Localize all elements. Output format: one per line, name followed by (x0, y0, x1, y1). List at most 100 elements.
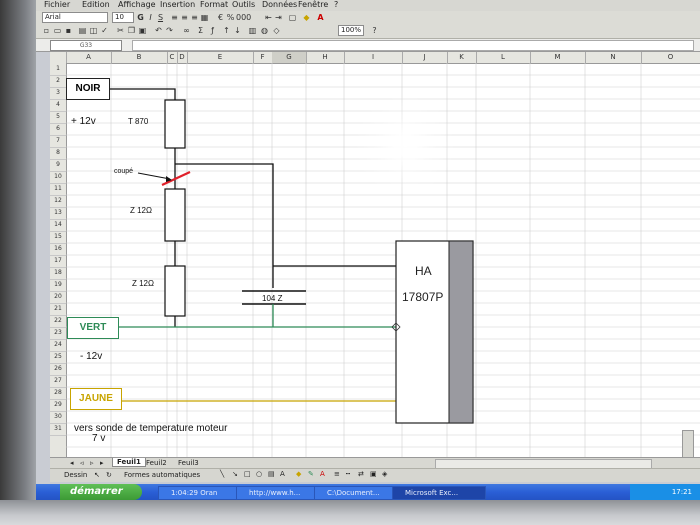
borders-icon[interactable]: ▢ (288, 13, 297, 22)
font-color-draw-icon[interactable]: A (320, 470, 325, 478)
task-player[interactable]: 1:04:29 Oran (158, 486, 248, 500)
new-icon[interactable]: ▫ (42, 26, 51, 35)
align-right-icon[interactable]: ≡ (190, 13, 199, 22)
font-size-select[interactable]: 10 (112, 12, 134, 23)
spelling-icon[interactable]: ✓ (100, 26, 109, 35)
paste-icon[interactable]: ▣ (138, 26, 147, 35)
save-icon[interactable]: ▪ (64, 26, 73, 35)
menu-edition[interactable]: Edition (82, 0, 110, 9)
column-header-k[interactable]: K (447, 52, 477, 63)
row-header[interactable]: 10 (50, 171, 66, 184)
row-header[interactable]: 14 (50, 219, 66, 232)
oval-tool-icon[interactable]: ○ (256, 470, 262, 478)
column-header-e[interactable]: E (187, 52, 254, 63)
help-icon[interactable]: ? (370, 26, 379, 35)
column-header-n[interactable]: N (585, 52, 642, 63)
chart-wizard-icon[interactable]: ▥ (248, 26, 257, 35)
menu-insertion[interactable]: Insertion (160, 0, 195, 9)
zoom-select[interactable]: 100% (338, 25, 364, 36)
open-icon[interactable]: ▭ (53, 26, 62, 35)
wordart-icon[interactable]: A (280, 470, 285, 478)
sort-asc-icon[interactable]: ↑ (222, 26, 231, 35)
line-style-icon[interactable]: ≡ (334, 470, 340, 478)
redo-icon[interactable]: ↷ (165, 26, 174, 35)
row-header[interactable]: 18 (50, 267, 66, 280)
dessin-menu[interactable]: Dessin (64, 471, 87, 479)
menu-help[interactable]: ? (334, 0, 338, 9)
column-header-j[interactable]: J (402, 52, 448, 63)
row-header[interactable]: 7 (50, 135, 66, 148)
row-header[interactable]: 23 (50, 327, 66, 340)
row-header[interactable]: 1 (50, 63, 66, 76)
menu-outils[interactable]: Outils (232, 0, 255, 9)
row-header[interactable]: 11 (50, 183, 66, 196)
copy-icon[interactable]: ❐ (127, 26, 136, 35)
formula-input[interactable] (132, 40, 694, 51)
tab-feuil2[interactable]: Feuil2 (146, 459, 167, 467)
row-header[interactable]: 5 (50, 111, 66, 124)
tab-last-icon[interactable]: ▸ (100, 459, 104, 467)
row-header[interactable]: 30 (50, 411, 66, 424)
tab-prev-icon[interactable]: ◃ (80, 459, 84, 467)
sort-desc-icon[interactable]: ↓ (233, 26, 242, 35)
autoshapes-menu[interactable]: Formes automatiques (124, 471, 200, 479)
merge-center-icon[interactable]: ▦ (200, 13, 209, 22)
task-explorer[interactable]: C:\Document... (314, 486, 404, 500)
function-icon[interactable]: ƒ (208, 26, 217, 35)
row-header[interactable]: 8 (50, 147, 66, 160)
row-header[interactable]: 16 (50, 243, 66, 256)
line-tool-icon[interactable]: ╲ (220, 470, 224, 478)
select-all-corner[interactable] (50, 52, 67, 63)
row-header[interactable]: 28 (50, 387, 66, 400)
column-header-a[interactable]: A (66, 52, 112, 63)
row-header[interactable]: 13 (50, 207, 66, 220)
row-header[interactable]: 25 (50, 351, 66, 364)
menu-donnees[interactable]: Données (262, 0, 297, 9)
start-button[interactable]: démarrer (60, 484, 142, 500)
row-header[interactable]: 9 (50, 159, 66, 172)
menu-fenetre[interactable]: Fenêtre (298, 0, 328, 9)
cut-icon[interactable]: ✂ (116, 26, 125, 35)
italic-icon[interactable]: I (146, 13, 155, 22)
system-tray-clock[interactable]: 17:21 (630, 484, 700, 500)
row-header[interactable]: 2 (50, 75, 66, 88)
column-header-m[interactable]: M (530, 52, 586, 63)
align-center-icon[interactable]: ≡ (180, 13, 189, 22)
row-header[interactable]: 20 (50, 291, 66, 304)
align-left-icon[interactable]: ≡ (170, 13, 179, 22)
menu-affichage[interactable]: Affichage (118, 0, 156, 9)
task-excel[interactable]: Microsoft Exc... (392, 486, 486, 500)
column-header-h[interactable]: H (306, 52, 345, 63)
column-header-g[interactable]: G (272, 52, 307, 63)
name-box[interactable]: G33 (50, 40, 122, 51)
percent-icon[interactable]: % (226, 13, 235, 22)
row-header[interactable]: 22 (50, 315, 66, 328)
row-header[interactable]: 27 (50, 375, 66, 388)
map-icon[interactable]: ◍ (260, 26, 269, 35)
arrow-tool-icon[interactable]: ↘ (232, 470, 238, 478)
font-name-select[interactable]: Arial (42, 12, 108, 23)
column-header-f[interactable]: F (253, 52, 273, 63)
preview-icon[interactable]: ◫ (89, 26, 98, 35)
select-objects-icon[interactable]: ↖ (94, 471, 100, 479)
row-header[interactable]: 21 (50, 303, 66, 316)
print-icon[interactable]: ▤ (78, 26, 87, 35)
dash-style-icon[interactable]: ┅ (346, 470, 350, 478)
tab-feuil1[interactable]: Feuil1 (112, 458, 146, 467)
row-header[interactable]: 24 (50, 339, 66, 352)
drawing-icon[interactable]: ◇ (272, 26, 281, 35)
tab-feuil3[interactable]: Feuil3 (178, 459, 199, 467)
row-header[interactable]: 31 (50, 423, 66, 436)
line-color-icon[interactable]: ✎ (308, 470, 314, 478)
rotate-icon[interactable]: ↻ (106, 471, 112, 479)
decrease-indent-icon[interactable]: ⇤ (264, 13, 273, 22)
column-header-l[interactable]: L (476, 52, 531, 63)
column-header-b[interactable]: B (111, 52, 168, 63)
column-header-o[interactable]: O (641, 52, 700, 63)
row-header[interactable]: 3 (50, 87, 66, 100)
hyperlink-icon[interactable]: ∞ (182, 26, 191, 35)
tab-first-icon[interactable]: ◂ (70, 459, 74, 467)
fill-color-draw-icon[interactable]: ◆ (296, 470, 301, 478)
underline-icon[interactable]: S (156, 13, 165, 22)
row-header[interactable]: 12 (50, 195, 66, 208)
